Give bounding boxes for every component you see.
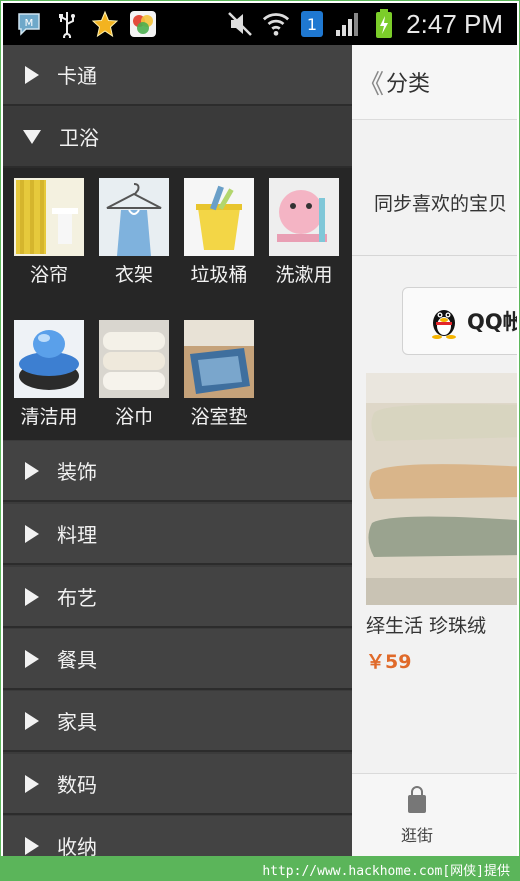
watermark-text: http://www.hackhome.com[网侠]提供 (262, 864, 510, 879)
messenger-icon: M (15, 10, 43, 38)
subcategory-item[interactable]: 洗漱用 (266, 178, 342, 287)
subcategory-grid: 浴帘 衣架 垃圾桶 洗漱用 清洁用 浴巾 浴室垫 (3, 168, 352, 440)
category-label: 布艺 (57, 586, 97, 610)
toiletries-image (269, 178, 339, 256)
shopping-bag-icon (408, 786, 426, 813)
main-header: 《 分类 (352, 45, 517, 120)
category-item[interactable]: 收纳 (3, 816, 352, 856)
product-title[interactable]: 绎生活 珍珠绒 (366, 611, 486, 638)
back-chevron-icon[interactable]: 《 (358, 64, 384, 101)
category-item[interactable]: 布艺 (3, 567, 352, 628)
bath-towel-image (99, 320, 169, 398)
signal-icon (334, 10, 362, 38)
subcategory-label: 清洁用 (20, 406, 78, 428)
category-label: 装饰 (57, 460, 97, 484)
status-bar: M 1 2:47 PM (3, 3, 517, 45)
category-item[interactable]: 卡通 (3, 45, 352, 106)
subcategory-item[interactable]: 浴帘 (11, 178, 87, 287)
mute-icon (226, 10, 254, 38)
status-time: 2:47 PM (406, 8, 503, 39)
star-icon (91, 10, 119, 38)
trash-bin-image (184, 178, 254, 256)
qq-login-button[interactable]: QQ帐 (402, 287, 517, 355)
category-item[interactable]: 餐具 (3, 629, 352, 690)
shower-curtain-image (14, 178, 84, 256)
category-label: 卡通 (57, 64, 97, 88)
subcategory-label: 浴室垫 (190, 406, 248, 428)
watermark-footer: http://www.hackhome.com[网侠]提供 (0, 856, 520, 881)
category-item[interactable]: 料理 (3, 504, 352, 565)
expand-arrow-icon (25, 461, 39, 480)
expand-arrow-icon (25, 65, 39, 84)
svg-text:M: M (25, 18, 34, 29)
category-label: 收纳 (57, 835, 97, 856)
category-label: 卫浴 (59, 126, 99, 150)
wifi-icon (262, 10, 290, 38)
expand-arrow-icon (25, 524, 39, 543)
expand-arrow-icon (25, 774, 39, 793)
subcategory-item[interactable]: 清洁用 (11, 320, 87, 429)
hanger-image (99, 178, 169, 256)
expand-arrow-icon (25, 587, 39, 606)
category-item[interactable]: 家具 (3, 691, 352, 752)
subcategory-label: 衣架 (114, 264, 153, 286)
main-panel: 《 分类 同步喜欢的宝贝 QQ帐 绎生活 珍珠绒 ￥59 逛街 (352, 45, 517, 856)
expand-arrow-icon (25, 711, 39, 730)
category-item[interactable]: 数码 (3, 754, 352, 815)
subcategory-label: 浴帘 (29, 264, 68, 286)
subcategory-label: 垃圾桶 (190, 264, 248, 286)
category-label: 家具 (57, 710, 97, 734)
expand-arrow-icon (25, 836, 39, 855)
sim-icon: 1 (298, 10, 326, 38)
bath-mat-image (184, 320, 254, 398)
category-label: 料理 (57, 523, 97, 547)
subcategory-label: 洗漱用 (275, 264, 333, 286)
sync-text: 同步喜欢的宝贝 (374, 193, 508, 215)
subcategory-item[interactable]: 垃圾桶 (181, 178, 257, 287)
qq-penguin-icon (432, 310, 456, 339)
subcategory-item[interactable]: 衣架 (96, 178, 172, 287)
category-drawer: 卡通 卫浴 浴帘 衣架 垃圾桶 洗漱用 清洁用 浴巾 浴室垫 装饰 料理 布艺 … (3, 45, 352, 856)
page-title: 分类 (386, 72, 431, 97)
subcategory-label: 浴巾 (114, 406, 153, 428)
usb-icon (53, 10, 81, 38)
battery-icon (370, 9, 398, 38)
qq-button-label: QQ帐 (467, 310, 517, 334)
sync-banner[interactable]: 同步喜欢的宝贝 (352, 165, 517, 256)
app-icon (129, 10, 157, 38)
cleaning-brush-image (14, 320, 84, 398)
subcategory-item[interactable]: 浴巾 (96, 320, 172, 429)
collapse-arrow-icon (23, 129, 41, 144)
sim-badge: 1 (307, 15, 317, 34)
product-image[interactable] (366, 373, 517, 605)
bottom-nav: 逛街 (352, 773, 517, 856)
nav-item-shopping[interactable]: 逛街 (392, 786, 442, 846)
category-item[interactable]: 装饰 (3, 441, 352, 502)
category-label: 餐具 (57, 648, 97, 672)
expand-arrow-icon (25, 649, 39, 668)
product-price: ￥59 (366, 651, 412, 673)
subcategory-item[interactable]: 浴室垫 (181, 320, 257, 429)
nav-label: 逛街 (400, 826, 433, 845)
category-item-expanded[interactable]: 卫浴 (3, 107, 352, 168)
category-label: 数码 (57, 773, 97, 797)
